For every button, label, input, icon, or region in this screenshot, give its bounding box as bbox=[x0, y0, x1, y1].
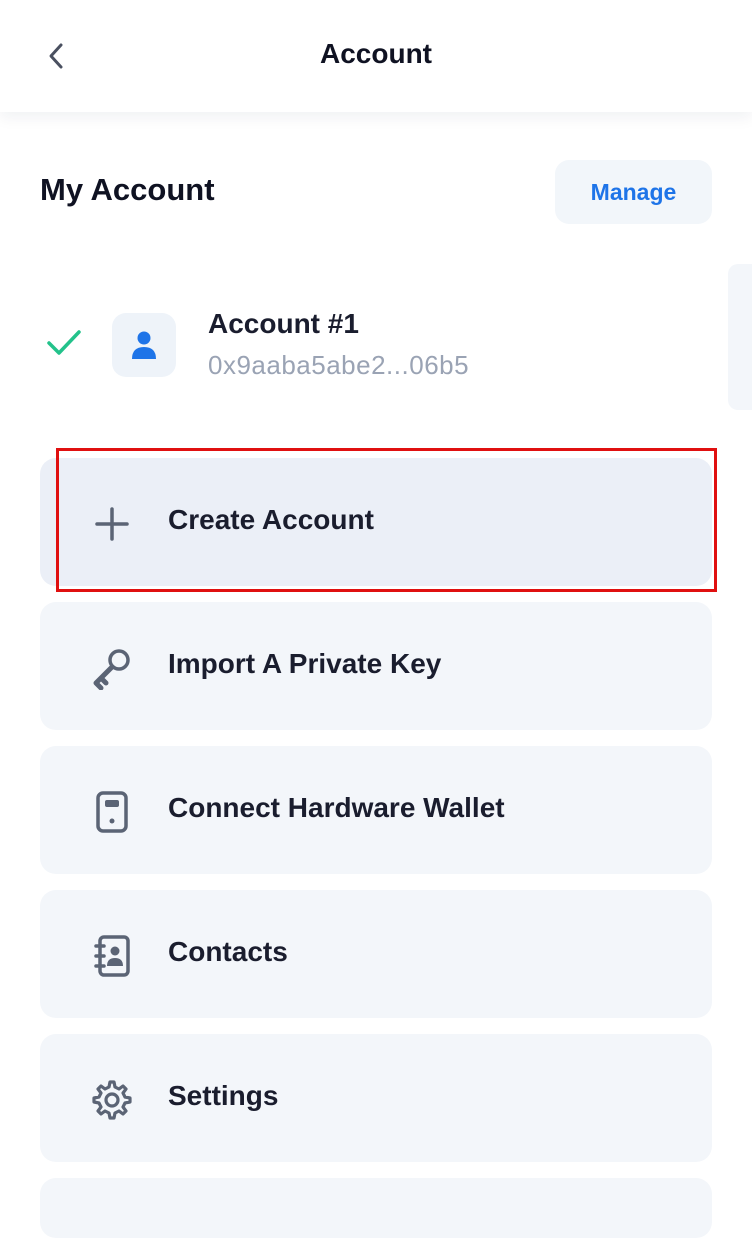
account-list-item[interactable]: Account #1 0x9aaba5abe2...06b5 bbox=[40, 290, 700, 400]
settings-label: Settings bbox=[168, 1080, 279, 1111]
settings-button[interactable]: Settings bbox=[40, 1034, 712, 1162]
contacts-button[interactable]: Contacts bbox=[40, 890, 712, 1018]
contacts-icon bbox=[90, 934, 134, 978]
account-name: Account #1 bbox=[208, 308, 359, 339]
user-icon bbox=[132, 331, 156, 359]
create-account-label: Create Account bbox=[168, 504, 374, 535]
connect-hardware-wallet-button[interactable]: Connect Hardware Wallet bbox=[40, 746, 712, 874]
top-bar: Account bbox=[0, 0, 752, 112]
scrollbar[interactable] bbox=[728, 264, 752, 410]
page-title: Account bbox=[320, 38, 432, 69]
avatar bbox=[112, 313, 176, 377]
connect-hardware-wallet-label: Connect Hardware Wallet bbox=[168, 792, 505, 823]
key-icon bbox=[90, 646, 134, 690]
import-private-key-label: Import A Private Key bbox=[168, 648, 442, 679]
import-private-key-button[interactable]: Import A Private Key bbox=[40, 602, 712, 730]
manage-button[interactable]: Manage bbox=[555, 160, 712, 224]
contacts-label: Contacts bbox=[168, 936, 288, 967]
create-account-button[interactable]: Create Account bbox=[40, 458, 712, 586]
check-icon bbox=[47, 330, 81, 355]
gear-icon bbox=[90, 1078, 134, 1122]
account-address: 0x9aaba5abe2...06b5 bbox=[208, 350, 470, 380]
hardware-wallet-icon bbox=[90, 790, 134, 834]
plus-icon bbox=[90, 502, 134, 546]
menu-item-partial[interactable] bbox=[40, 1178, 712, 1238]
my-account-heading: My Account bbox=[40, 172, 215, 207]
